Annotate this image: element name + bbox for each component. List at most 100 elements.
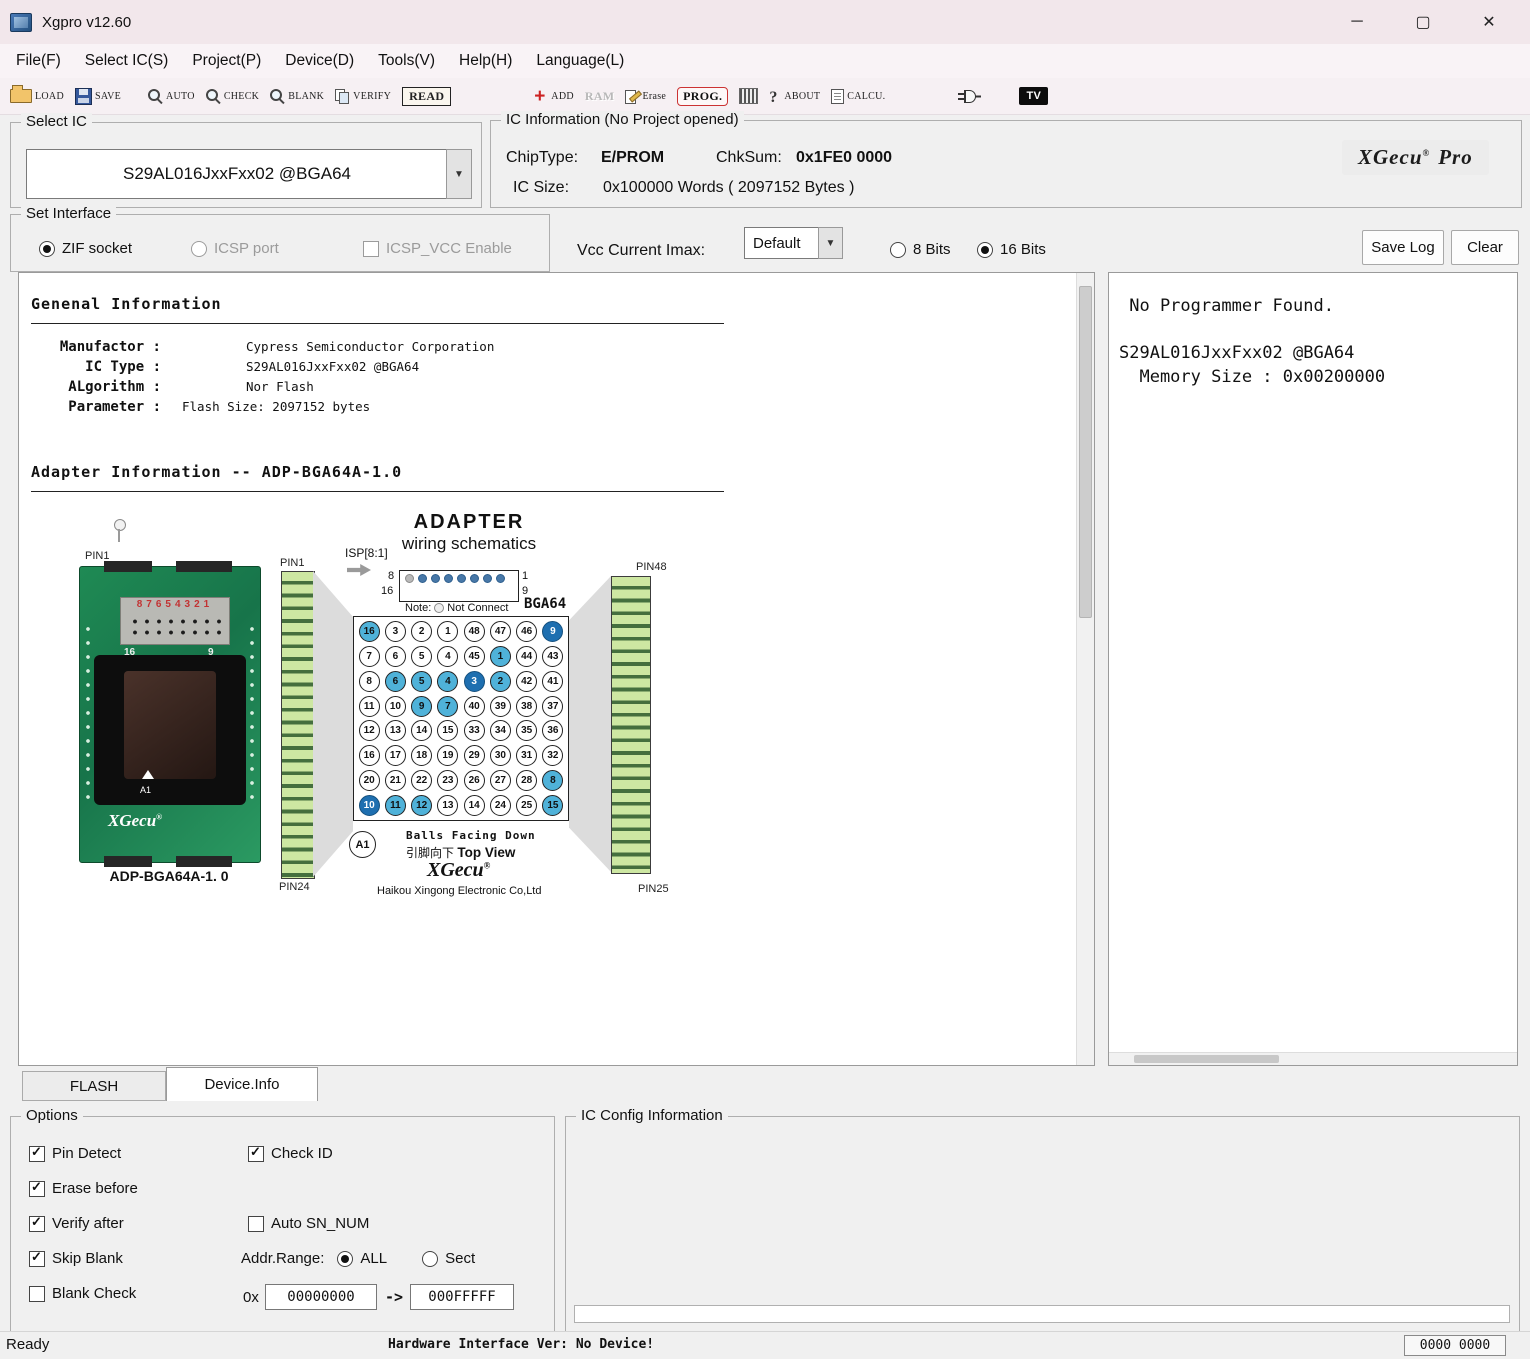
select-ic-group: Select IC S29AL016JxxFxx02 @BGA64 ▼: [10, 122, 482, 208]
strip-pin48-label: PIN48: [636, 561, 667, 573]
zif-socket-radio[interactable]: [39, 241, 55, 257]
toolbar-ram-button[interactable]: RAM: [585, 89, 615, 104]
toolbar-read-button[interactable]: READ: [402, 87, 451, 106]
field-row: Manufactor : Cypress Semiconductor Corpo…: [31, 339, 494, 359]
bits8-radio[interactable]: [890, 242, 906, 258]
general-info-title: Genenal Information: [31, 295, 222, 313]
toolbar-about-button[interactable]: ABOUT: [769, 89, 820, 103]
menu-item-help-h[interactable]: Help(H): [447, 44, 524, 78]
bga-ball-37: 37: [542, 696, 563, 717]
field-value: S29AL016JxxFxx02 @BGA64: [246, 359, 419, 374]
menu-item-project-p[interactable]: Project(P): [180, 44, 273, 78]
calcu-icon: [831, 89, 844, 104]
menu-item-tools-v[interactable]: Tools(V): [366, 44, 447, 78]
icsp-port-radio[interactable]: [191, 241, 207, 257]
wiring-trapezoid-left: [313, 571, 353, 877]
erase-icon: [625, 89, 639, 103]
check-id-checkbox[interactable]: [248, 1146, 264, 1162]
blank-check-checkbox[interactable]: [29, 1286, 45, 1302]
save-log-button[interactable]: Save Log: [1362, 230, 1444, 265]
select-ic-combo[interactable]: S29AL016JxxFxx02 @BGA64: [26, 149, 448, 199]
bga-ball-10: 10: [359, 795, 380, 816]
toolbar-tv-button[interactable]: TV: [1019, 87, 1048, 105]
addr-all-radio[interactable]: [337, 1251, 353, 1267]
close-button[interactable]: ✕: [1456, 12, 1522, 32]
maximize-button[interactable]: ▢: [1390, 12, 1456, 32]
toolbar-verify-button[interactable]: VERIFY: [335, 89, 391, 104]
main-panel-scrollbar[interactable]: [1076, 273, 1094, 1065]
menu-item-select-ic-s[interactable]: Select IC(S): [73, 44, 181, 78]
select-ic-dropdown-button[interactable]: ▼: [446, 149, 472, 199]
toolbar-add-button[interactable]: ADD: [534, 89, 574, 103]
icsp-vcc-checkbox[interactable]: [363, 241, 379, 257]
bga-ball-14: 14: [411, 720, 432, 741]
menu-item-language-l[interactable]: Language(L): [524, 44, 636, 78]
toolbar-auto-button[interactable]: AUTO: [148, 89, 195, 104]
field-value: Flash Size: 2097152 bytes: [182, 399, 370, 414]
addr-range-label: Addr.Range:: [241, 1250, 324, 1267]
vcc-imax-select[interactable]: Default: [744, 227, 828, 259]
note-prefix: Note:: [405, 602, 431, 614]
field-label: Manufactor :: [31, 339, 161, 355]
toolbar-ram-label: RAM: [585, 89, 615, 104]
toolbar-blank-button[interactable]: BLANK: [270, 89, 324, 104]
hex-prefix-label: 0x: [243, 1289, 259, 1306]
addr-sect-radio[interactable]: [422, 1251, 438, 1267]
pin-strip-left: [281, 571, 315, 879]
isp-dot: [483, 574, 492, 583]
skip-blank-checkbox[interactable]: [29, 1251, 45, 1267]
minimize-button[interactable]: ─: [1324, 13, 1390, 31]
toolbar-gate-button[interactable]: [958, 89, 980, 103]
isp-connector: [399, 570, 519, 602]
bits16-radio[interactable]: [977, 242, 993, 258]
bga-ball-31: 31: [516, 745, 537, 766]
pcb-header-numbers: 87654321: [121, 599, 229, 610]
chip-type-value: E/PROM: [601, 149, 664, 167]
field-row: ALgorithm : Nor Flash: [31, 379, 494, 399]
verify-after-checkbox[interactable]: [29, 1216, 45, 1232]
vcc-imax-dropdown-button[interactable]: ▼: [818, 227, 843, 259]
auto-sn-num-label: Auto SN_NUM: [271, 1215, 369, 1232]
toolbar-prog-button[interactable]: PROG.: [677, 87, 728, 106]
device-info-fields: Manufactor : Cypress Semiconductor Corpo…: [31, 339, 494, 419]
toolbar-save-button[interactable]: SAVE: [75, 88, 121, 105]
menu-item-device-d[interactable]: Device(D): [273, 44, 366, 78]
log-panel-hscrollbar[interactable]: [1109, 1052, 1517, 1065]
device-info-panel: Genenal Information Manufactor : Cypress…: [18, 272, 1095, 1066]
auto-sn-num-checkbox[interactable]: [248, 1216, 264, 1232]
balls-facing-label: Balls Facing Down: [406, 829, 536, 842]
toolbar-erase-button[interactable]: Erase: [625, 89, 666, 103]
addr-to-input[interactable]: 000FFFFF: [410, 1284, 514, 1310]
toolbar-calcu-button[interactable]: CALCU.: [831, 89, 885, 104]
tab-flash[interactable]: FLASH: [22, 1071, 166, 1101]
bga-ball-4: 4: [437, 646, 458, 667]
menu-item-file-f[interactable]: File(F): [4, 44, 73, 78]
a1-label: A1: [140, 785, 151, 795]
bga-ball-48: 48: [464, 621, 485, 642]
pcb-connector-tab: [104, 561, 152, 572]
bga-ball-27: 27: [490, 770, 511, 791]
toolbar-about-label: ABOUT: [784, 91, 820, 102]
addr-all-label: ALL: [360, 1250, 387, 1267]
scrollbar-thumb[interactable]: [1079, 286, 1092, 618]
pin-detect-checkbox[interactable]: [29, 1146, 45, 1162]
pin-strip-right: [611, 576, 651, 874]
scrollbar-thumb[interactable]: [1134, 1055, 1279, 1063]
clear-button[interactable]: Clear: [1451, 230, 1519, 265]
window-title: Xgpro v12.60: [42, 14, 131, 31]
erase-before-checkbox[interactable]: [29, 1181, 45, 1197]
options-legend: Options: [21, 1107, 83, 1124]
addr-from-input[interactable]: 00000000: [265, 1284, 377, 1310]
bga-ball-43: 43: [542, 646, 563, 667]
isp-dot: [470, 574, 479, 583]
bga-ball-14: 14: [464, 795, 485, 816]
bga-ball-12: 12: [359, 720, 380, 741]
tab-device-info[interactable]: Device.Info: [166, 1067, 318, 1101]
toolbar-load-button[interactable]: LOAD: [10, 89, 64, 103]
chip-type-label: ChipType:: [506, 149, 578, 167]
toolbar-check-button[interactable]: CHECK: [206, 89, 259, 104]
ic-size-value: 0x100000 Words ( 2097152 Bytes ): [603, 179, 854, 197]
toolbar-stripes-button[interactable]: [739, 88, 758, 104]
status-hardware: Hardware Interface Ver: No Device!: [388, 1337, 654, 1352]
pcb-connector-tab: [104, 856, 152, 867]
